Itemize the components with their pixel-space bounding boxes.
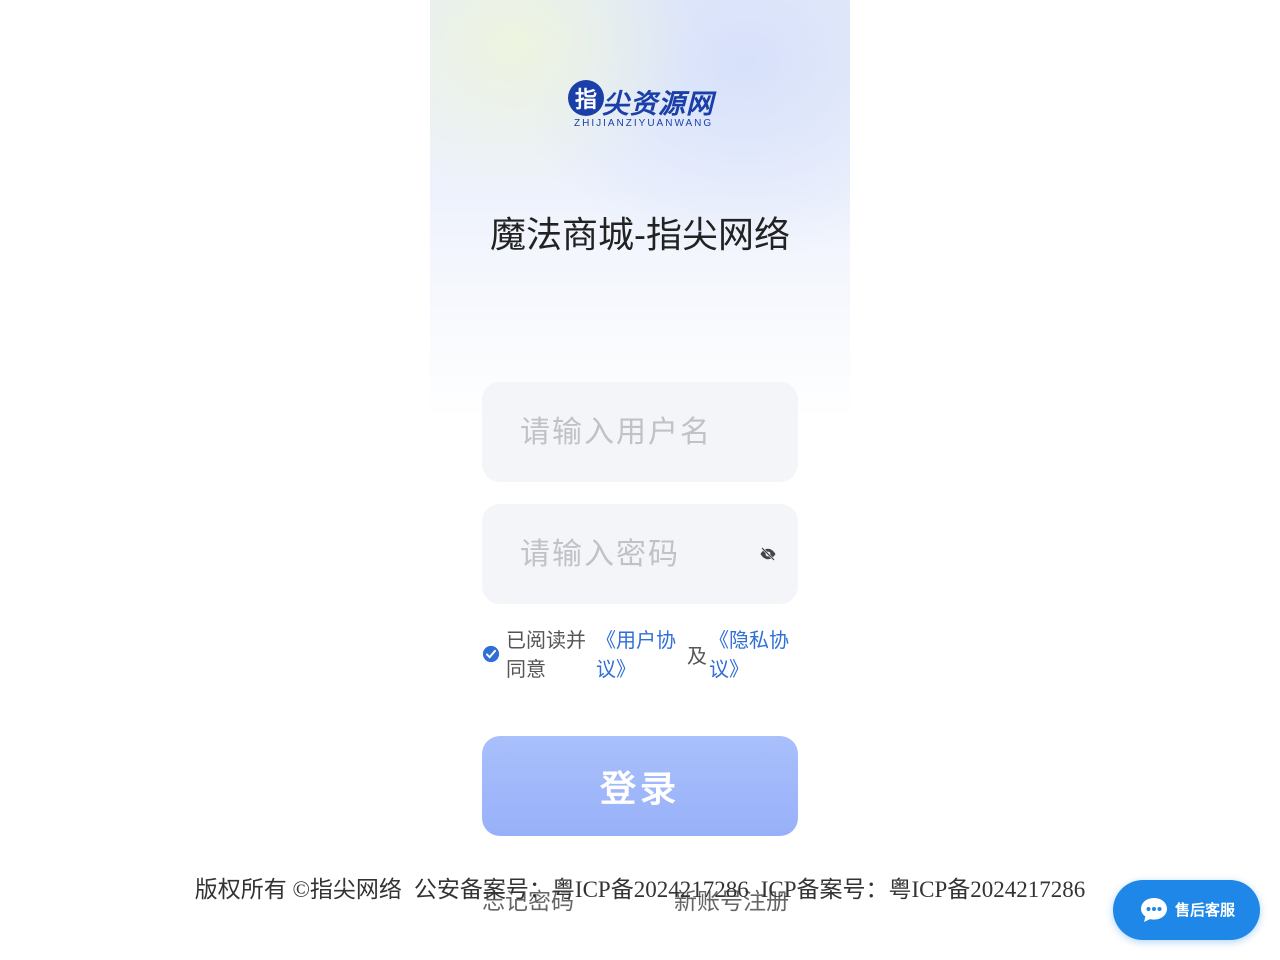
- password-field: [482, 504, 798, 604]
- footer-copyright: 版权所有 ©指尖网络: [194, 877, 402, 902]
- customer-service-label: 售后客服: [1175, 901, 1236, 919]
- privacy-policy-link[interactable]: 《隐私协议》: [709, 626, 799, 684]
- chat-bubble-icon: [1141, 898, 1167, 922]
- footer-police-record[interactable]: 公安备案号：粤ICP备2024217286: [414, 877, 749, 902]
- password-input[interactable]: [520, 504, 750, 604]
- username-input[interactable]: [520, 382, 750, 482]
- username-field: [482, 382, 798, 482]
- footer-icp-record[interactable]: ICP备案号：粤ICP备2024217286: [761, 877, 1086, 902]
- agreement-and-text: 及: [687, 644, 707, 668]
- logo-text: 尖资源网: [602, 89, 714, 120]
- site-logo: 指 尖资源网 ZHIJIANZIYUANWANG: [568, 78, 728, 132]
- agreement-row: 已阅读并同意 《用户协议》 及 《隐私协议》: [482, 624, 802, 684]
- page-title: 魔法商城-指尖网络: [490, 214, 790, 255]
- logo-subtitle: ZHIJIANZIYUANWANG: [574, 118, 714, 129]
- login-page: 指 尖资源网 ZHIJIANZIYUANWANG 魔法商城-指尖网络 已阅读并同…: [0, 0, 1280, 960]
- customer-service-button[interactable]: 售后客服: [1113, 880, 1260, 940]
- logo-mark: 指: [568, 80, 604, 116]
- agreement-checkbox-icon[interactable]: [482, 645, 500, 663]
- agreement-text: 已阅读并同意: [506, 628, 586, 681]
- footer: 版权所有 ©指尖网络 公安备案号：粤ICP备2024217286 ICP备案号：粤I…: [0, 870, 1280, 904]
- eye-off-icon[interactable]: [759, 545, 777, 563]
- user-agreement-link[interactable]: 《用户协议》: [596, 626, 684, 684]
- login-button[interactable]: 登录: [482, 736, 798, 836]
